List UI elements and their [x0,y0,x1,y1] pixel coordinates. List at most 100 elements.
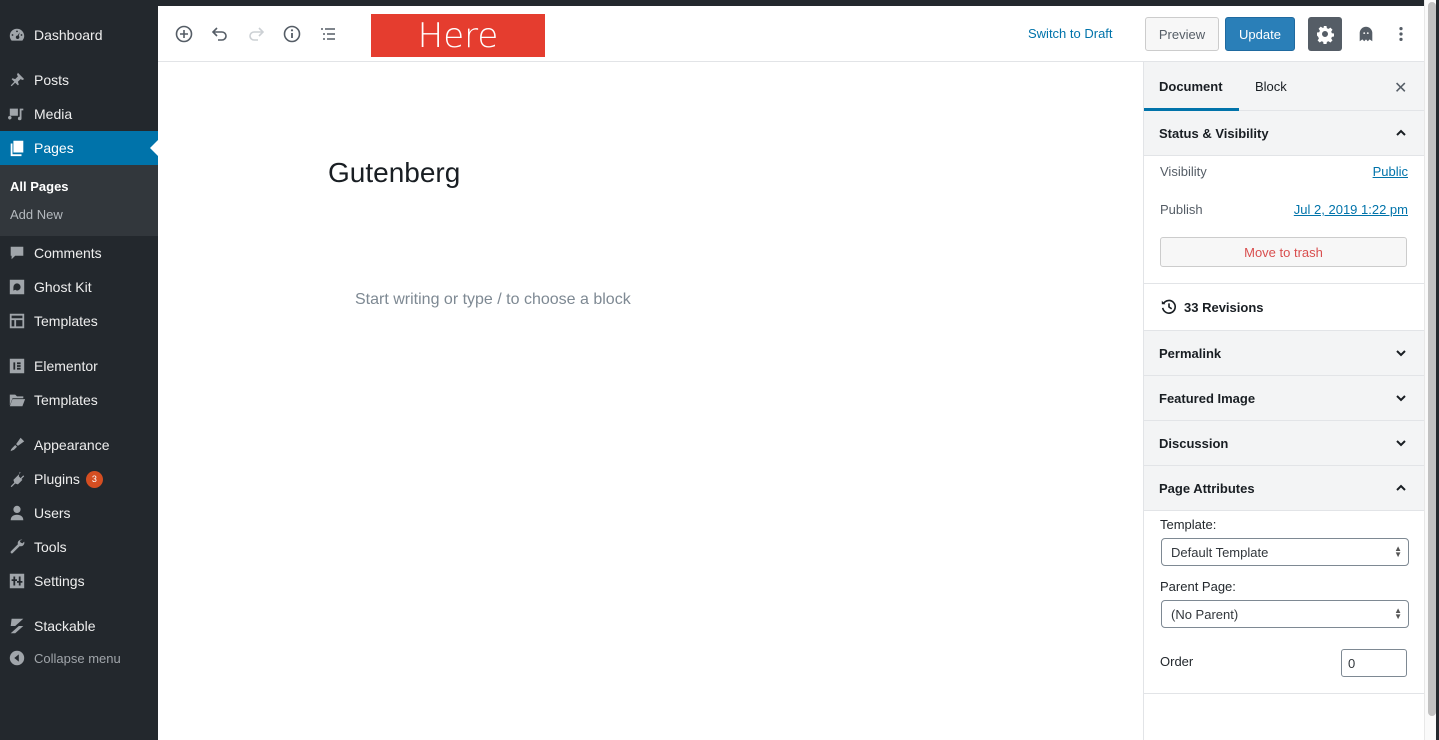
menu-label: Templates [34,313,98,329]
panel-permalink[interactable]: Permalink [1144,331,1424,376]
visibility-link[interactable]: Public [1373,164,1408,179]
here-annotation-banner: Here [371,14,545,57]
menu-item-appearance[interactable]: Appearance [0,428,158,462]
menu-item-media[interactable]: Media [0,97,158,131]
pages-submenu: All Pages Add New [0,165,158,236]
menu-item-pages[interactable]: Pages [0,131,158,165]
revisions-label: 33 Revisions [1184,299,1264,315]
revisions-link[interactable]: 33 Revisions [1144,284,1424,331]
menu-label: Templates [34,392,98,408]
panel-status-visibility[interactable]: Status & Visibility [1144,111,1424,156]
move-to-trash-button[interactable]: Move to trash [1160,237,1407,267]
menu-item-elementor[interactable]: Elementor [0,349,158,383]
panel-title: Featured Image [1159,390,1256,406]
undo-icon [211,27,227,41]
panel-title: Permalink [1159,345,1222,361]
order-label: Order [1160,654,1194,669]
menu-label: Stackable [34,618,96,634]
menu-label: Pages [34,140,74,156]
chevron-up-icon [1396,484,1406,491]
chevron-down-icon [1396,440,1406,447]
pages-icon [7,138,27,158]
menu-label: Media [34,106,73,122]
panel-title: Discussion [1159,435,1229,451]
submenu-all-pages[interactable]: All Pages [10,179,69,194]
more-options-button[interactable] [1390,23,1412,45]
menu-label: Elementor [34,358,98,374]
outline-icon [321,28,335,40]
ghostkit-icon [7,277,27,297]
settings-button[interactable] [1308,17,1342,51]
gear-icon [1317,26,1334,44]
preview-button[interactable]: Preview [1145,17,1219,51]
panel-page-attributes[interactable]: Page Attributes [1144,466,1424,511]
wrench-icon [7,537,27,557]
parent-page-label: Parent Page: [1160,579,1236,594]
parent-page-select[interactable]: (No Parent) ▲ ▼ [1161,600,1409,628]
menu-item-posts[interactable]: Posts [0,63,158,97]
chevron-up-icon [1396,129,1406,136]
post-title[interactable]: Gutenberg [328,157,460,189]
menu-item-settings[interactable]: Settings [0,564,158,598]
menu-item-tools[interactable]: Tools [0,530,158,564]
scrollbar-thumb[interactable] [1428,2,1436,716]
collapse-label: Collapse menu [34,650,121,666]
menu-item-users[interactable]: Users [0,496,158,530]
publish-date-link[interactable]: Jul 2, 2019 1:22 pm [1294,202,1408,217]
update-button[interactable]: Update [1225,17,1295,51]
panel-featured-image[interactable]: Featured Image [1144,376,1424,421]
collapse-menu-button[interactable]: Collapse menu [0,641,158,675]
block-appender-placeholder[interactable]: Start writing or type / to choose a bloc… [355,291,631,309]
close-icon[interactable]: ✕ [1394,78,1407,98]
menu-item-templates-2[interactable]: Templates [0,383,158,417]
chevron-down-icon [1396,350,1406,357]
panel-discussion[interactable]: Discussion [1144,421,1424,466]
menu-label: Comments [34,245,102,261]
user-icon [7,503,27,523]
order-input[interactable] [1341,649,1407,677]
editor-header: Here Switch to Draft Preview Update [158,6,1424,62]
menu-item-plugins[interactable]: Plugins 3 [0,462,158,496]
add-block-button[interactable] [172,22,196,46]
history-icon [1161,299,1177,314]
template-select[interactable]: Default Template ▲ ▼ [1161,538,1409,566]
menu-item-comments[interactable]: Comments [0,236,158,270]
redo-button[interactable] [244,22,268,46]
select-arrows-icon: ▲ ▼ [1394,606,1402,621]
stackable-icon [7,616,27,636]
more-vertical-icon [1399,26,1403,42]
menu-item-dashboard[interactable]: Dashboard [0,18,158,52]
plugins-update-badge: 3 [85,470,103,488]
tab-block[interactable]: Block [1255,79,1287,94]
panel-title: Status & Visibility [1159,125,1269,141]
panel-title: Page Attributes [1159,480,1255,496]
menu-item-templates[interactable]: Templates [0,304,158,338]
undo-button[interactable] [208,22,232,46]
ghostkit-icon [1359,26,1373,42]
info-button[interactable] [280,22,304,46]
paintbrush-icon [7,435,27,455]
menu-label: Ghost Kit [34,279,92,295]
select-arrows-icon: ▲ ▼ [1394,544,1402,559]
media-icon [7,104,27,124]
template-select-value: Default Template [1171,544,1269,560]
info-icon [283,25,301,43]
elementor-icon [7,356,27,376]
ghost-kit-button[interactable] [1355,23,1377,45]
template-label: Template: [1160,517,1217,532]
add-block-icon [175,25,193,43]
tab-document[interactable]: Document [1159,79,1223,94]
submenu-add-new[interactable]: Add New [10,207,63,222]
admin-sidebar: Dashboard Posts Media Pages All Pages Ad… [0,0,158,740]
menu-label: Settings [34,573,85,589]
menu-item-stackable[interactable]: Stackable [0,609,158,643]
switch-to-draft-button[interactable]: Switch to Draft [1028,26,1113,41]
block-navigation-button[interactable] [316,22,340,46]
comment-icon [7,243,27,263]
publish-label: Publish [1160,202,1203,217]
plugin-icon [7,469,27,489]
menu-item-ghost-kit[interactable]: Ghost Kit [0,270,158,304]
sidebar-tabs: Document Block ✕ [1144,62,1424,111]
layout-icon [7,311,27,331]
redo-icon [249,27,265,41]
